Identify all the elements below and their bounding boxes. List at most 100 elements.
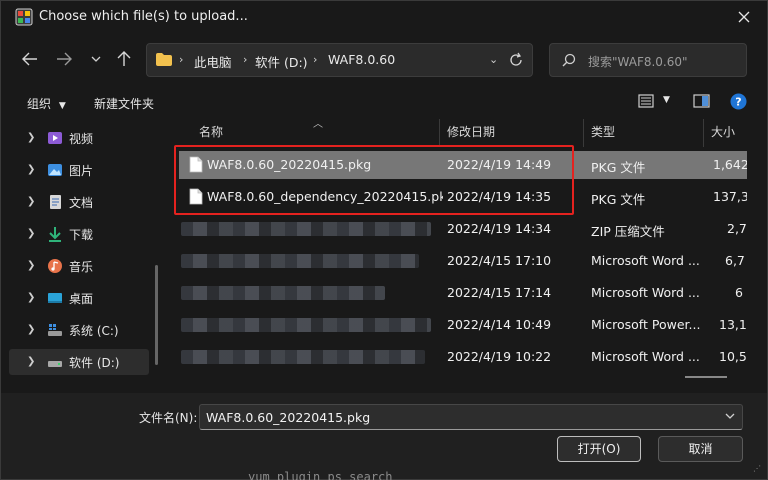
breadcrumb-separator: › (179, 53, 184, 66)
file-type: Microsoft Word ... (591, 349, 700, 364)
sidebar-scrollbar[interactable] (155, 265, 158, 365)
arrow-left-icon (22, 52, 37, 66)
file-type: Microsoft Word ... (591, 253, 700, 268)
sidebar-item-music[interactable]: ❯ 音乐 (9, 253, 149, 279)
file-modified: 2022/4/14 10:49 (447, 317, 552, 332)
organize-label: 组织 (27, 97, 52, 111)
chevron-right-icon[interactable]: ❯ (27, 324, 35, 335)
chevron-right-icon[interactable]: ❯ (27, 260, 35, 271)
recent-locations-button[interactable] (83, 45, 109, 73)
search-icon (562, 53, 576, 67)
file-type: PKG 文件 (591, 192, 646, 207)
sidebar-item-label: 图片 (69, 164, 94, 178)
file-size: 6,7 (725, 253, 745, 268)
command-bar: 组织 ▼ 新建文件夹 ▼ ? (1, 89, 767, 117)
svg-text:?: ? (735, 96, 741, 109)
file-modified: 2022/4/19 10:22 (447, 349, 552, 364)
video-icon (48, 132, 62, 144)
redacted-filename (181, 286, 385, 300)
column-divider[interactable] (703, 119, 704, 147)
filename-input[interactable]: WAF8.0.60_20220415.pkg (199, 404, 743, 430)
filename-label: 文件名(N): (139, 411, 198, 425)
chevron-right-icon[interactable]: ❯ (27, 292, 35, 303)
breadcrumb-current-folder[interactable]: WAF8.0.60 (328, 52, 395, 67)
sort-up-icon: ︿ (313, 119, 323, 130)
file-modified: 2022/4/15 17:10 (447, 253, 552, 268)
view-options-icon[interactable] (638, 94, 654, 108)
sidebar-item-drive-c[interactable]: ❯ 系统 (C:) (9, 317, 149, 343)
file-size: 1,642 (713, 157, 747, 172)
address-bar[interactable]: › 此电脑 › 软件 (D:) › WAF8.0.60 ⌄ (146, 43, 533, 77)
organize-button[interactable]: 组织 ▼ (27, 95, 66, 112)
file-row[interactable]: 2022/4/19 10:22 Microsoft Word ... 10,5 (179, 343, 747, 371)
file-modified: 2022/4/19 14:34 (447, 221, 552, 236)
breadcrumb-separator: › (243, 53, 248, 66)
chevron-down-icon (91, 56, 101, 62)
sidebar-item-documents[interactable]: ❯ 文档 (9, 189, 149, 215)
drive-c-icon (48, 324, 62, 336)
sidebar-item-label: 视频 (69, 132, 94, 146)
sidebar-item-label: 桌面 (69, 292, 94, 306)
file-size: 2,7 (727, 221, 747, 236)
sidebar-item-pictures[interactable]: ❯ 图片 (9, 157, 149, 183)
preview-pane-icon[interactable] (693, 94, 710, 108)
address-dropdown-icon[interactable]: ⌄ (489, 53, 498, 66)
window-title: Choose which file(s) to upload... (39, 9, 248, 24)
file-type: PKG 文件 (591, 160, 646, 175)
file-row[interactable]: 2022/4/15 17:14 Microsoft Word ... 6 (179, 279, 747, 307)
forward-button[interactable] (51, 45, 77, 73)
column-header-name[interactable]: 名称 (199, 123, 223, 140)
close-button[interactable] (721, 1, 767, 33)
column-header-type[interactable]: 类型 (591, 123, 615, 140)
file-row[interactable]: 2022/4/19 14:34 ZIP 压缩文件 2,7 (179, 215, 747, 243)
column-divider[interactable] (583, 119, 584, 147)
help-icon[interactable]: ? (730, 93, 747, 110)
sidebar-item-desktop[interactable]: ❯ 桌面 (9, 285, 149, 311)
file-type: Microsoft Power... (591, 317, 701, 332)
search-placeholder: 搜索"WAF8.0.60" (588, 55, 688, 69)
chevron-right-icon[interactable]: ❯ (27, 164, 35, 175)
sidebar-item-label: 音乐 (69, 260, 94, 274)
resize-grip-icon[interactable]: ⋰ (753, 464, 761, 473)
desktop-icon (48, 293, 62, 303)
chevron-right-icon[interactable]: ❯ (27, 228, 35, 239)
open-button[interactable]: 打开(O) (557, 436, 641, 462)
sidebar-item-videos[interactable]: ❯ 视频 (9, 125, 149, 151)
chevron-down-icon[interactable] (725, 411, 735, 421)
caret-down-icon: ▼ (58, 101, 66, 111)
chevron-right-icon[interactable]: ❯ (27, 196, 35, 207)
file-size: 10,5 (719, 349, 747, 364)
cancel-button[interactable]: 取消 (658, 436, 743, 462)
app-icon (15, 8, 33, 26)
refresh-icon[interactable] (508, 52, 524, 68)
breadcrumb-separator: › (313, 53, 318, 66)
view-dropdown-icon[interactable]: ▼ (663, 95, 670, 105)
breadcrumb-drive-d[interactable]: 软件 (D:) (255, 52, 308, 71)
filename-value: WAF8.0.60_20220415.pkg (206, 410, 371, 425)
red-highlight-box (174, 145, 574, 215)
chevron-right-icon[interactable]: ❯ (27, 356, 35, 367)
new-folder-button[interactable]: 新建文件夹 (94, 95, 154, 112)
file-row[interactable]: 2022/4/15 17:10 Microsoft Word ... 6,7 (179, 247, 747, 275)
title-bar: Choose which file(s) to upload... (1, 1, 767, 33)
file-type: Microsoft Word ... (591, 285, 700, 300)
up-button[interactable] (111, 45, 137, 73)
redacted-filename (181, 318, 431, 332)
sidebar-item-downloads[interactable]: ❯ 下载 (9, 221, 149, 247)
back-button[interactable] (17, 45, 43, 73)
chevron-right-icon[interactable]: ❯ (27, 132, 35, 143)
breadcrumb-this-pc[interactable]: 此电脑 (194, 52, 232, 71)
column-header-modified[interactable]: 修改日期 (447, 123, 495, 140)
column-divider[interactable] (439, 119, 440, 147)
redacted-filename (181, 222, 431, 236)
column-header-size[interactable]: 大小 (711, 123, 735, 140)
file-row[interactable]: 2022/4/14 10:49 Microsoft Power... 13,1 (179, 311, 747, 339)
download-icon (49, 227, 61, 242)
sidebar-item-drive-d[interactable]: ❯ 软件 (D:) (9, 349, 149, 375)
file-modified: 2022/4/15 17:14 (447, 285, 552, 300)
search-box[interactable]: 搜索"WAF8.0.60" (549, 43, 747, 77)
file-size: 6 (735, 285, 743, 300)
picture-icon (48, 164, 62, 176)
arrow-right-icon (57, 52, 72, 66)
file-list-scrollbar[interactable] (685, 376, 727, 378)
